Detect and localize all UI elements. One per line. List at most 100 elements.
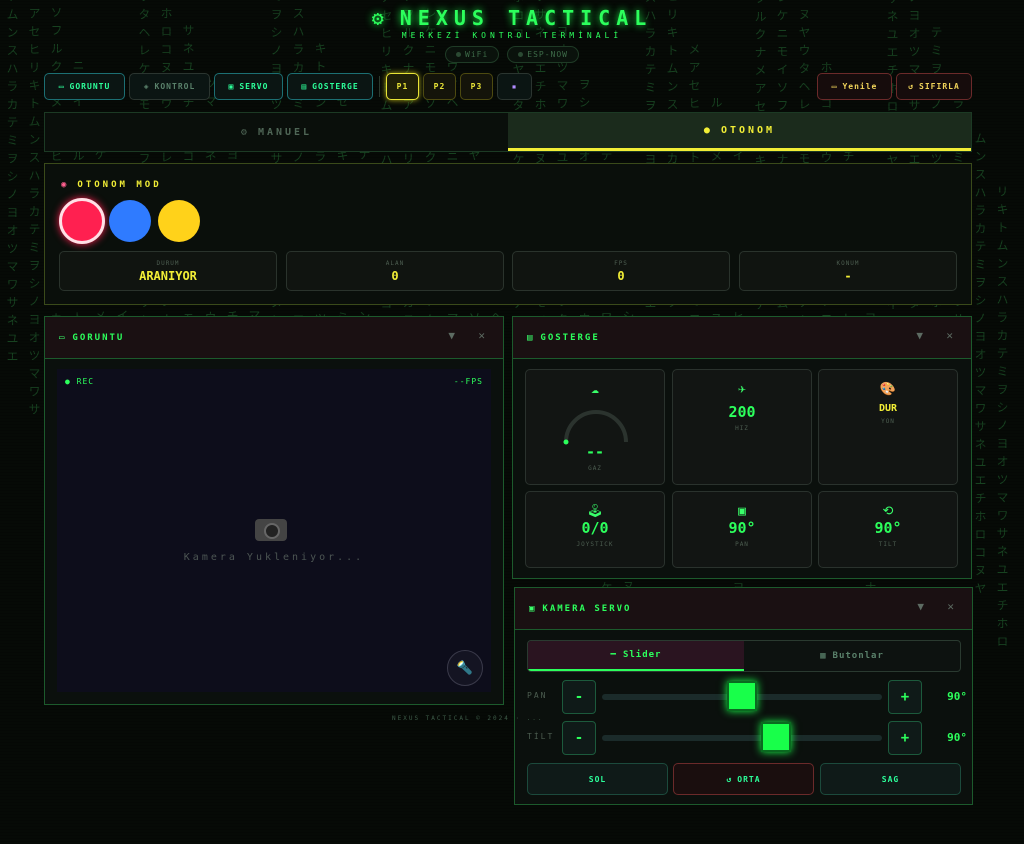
yon-label: YON [881,418,895,425]
gauge-gaz: ☁ -- GAZ [525,369,665,485]
stat-durum: DURUM ARANIYOR [59,251,277,291]
camera-icon: ▣ [228,82,235,91]
hiz-value: 200 [728,403,756,421]
gauge-tilt: ⟲ 90° TILT [818,491,958,568]
otonom-panel: ◉ OTONOM MOD DURUM ARANIYOR ALAN 0 FPS 0 KON… [44,163,972,305]
camera-icon: ▣ [529,603,535,614]
servo-right-button[interactable]: SAG [820,763,961,795]
color-blue-button[interactable] [109,200,151,242]
pan-value: 90° [728,519,756,537]
stat-alan: ALAN 0 [286,251,504,291]
floppy-icon: ▪ [511,82,518,91]
tilt-minus-button[interactable]: - [562,721,596,755]
close-icon[interactable]: ✕ [947,600,954,613]
camera-icon: ▣ [738,504,746,519]
matrix-rain-column: ムンスハラカテミヲシノヨオツマワサネユエチホロコヌヤ [973,132,987,600]
stat-konum: KONUM - [739,251,957,291]
target-icon: ◉ [61,180,70,190]
close-icon[interactable]: ✕ [946,329,953,342]
refresh-button[interactable]: ▭ Yenile [817,73,892,100]
view-gosterge-button[interactable]: ▤ GOSTERGE [287,73,373,100]
save-preset-button[interactable]: ▪ [497,73,532,100]
reset-icon: ↺ [726,774,733,784]
mode-tabs: ⚙ MANUEL ● OTONOM [44,112,972,152]
pan-plus-button[interactable]: + [888,680,922,714]
flashlight-button[interactable]: 🔦 [447,650,483,686]
tilt-slider-row: TİLT - + 90° [527,721,967,755]
view-goruntu-button[interactable]: ▭ GORUNTU [44,73,125,100]
tab-otonom[interactable]: ● OTONOM [508,113,971,151]
rotate-icon: ⟲ [882,504,894,519]
stat-fps: FPS 0 [512,251,730,291]
servo-center-button[interactable]: ↺ ORTA [673,763,814,795]
pan-label: PAN [735,541,749,548]
camera-feed: ● REC --FPS Kamera Yukleniyor... 🔦 [57,369,491,692]
tilt-slider-label: TİLT [527,732,555,741]
camera-icon [255,519,287,541]
chart-icon: ▤ [301,82,308,91]
status-dot-icon [456,52,461,57]
tilt-value: 90° [874,519,902,537]
collapse-icon[interactable]: ▼ [917,600,924,613]
monitor-icon: ▭ [59,332,65,343]
pan-slider-thumb[interactable] [727,681,757,711]
tab-manuel[interactable]: ⚙ MANUEL [45,113,508,151]
servo-tabs: ━ Slider ▦ Butonlar [527,640,961,672]
espnow-status-pill: ESP-NOW [507,46,579,63]
preset-p1-button[interactable]: P1 [386,73,419,100]
matrix-rain-column: クナメアセヒリキトムンスハラカテミヲシノヨオツマワサ [27,0,41,421]
close-icon[interactable]: ✕ [478,329,485,342]
servo-left-button[interactable]: SOL [527,763,668,795]
chart-icon: ▤ [527,332,533,343]
pan-slider-track[interactable] [602,681,882,711]
tilt-slider-thumb[interactable] [760,722,791,752]
gosterge-panel: ▤ GOSTERGE ▼ ✕ ☁ -- GAZ ✈ 200 HIZ 🎨 DUR … [512,316,972,579]
pan-slider-value: 90° [947,690,967,703]
joystick-label: JOYSTICK [576,541,614,548]
gaz-label: GAZ [588,465,602,472]
gaz-gauge-arc [563,410,628,445]
flashlight-icon: 🔦 [456,660,474,676]
tab-slider[interactable]: ━ Slider [528,641,744,671]
rec-indicator: ● REC [65,377,95,386]
pan-minus-button[interactable]: - [562,680,596,714]
tilt-slider-track[interactable] [602,722,882,752]
toolbar: ▭ GORUNTU ◈ KONTROL ▣ SERVO ▤ GOSTERGE P1 P2… [44,73,972,100]
footer-text: NEXUS TACTICAL © 2024 · ... [392,715,544,722]
joystick-value: 0/0 [581,519,609,537]
wifi-status-pill: WiFi [445,46,500,63]
status-dot-icon [518,52,524,57]
collapse-icon[interactable]: ▼ [916,329,923,342]
grid-icon: ▦ [820,651,827,661]
preset-p3-button[interactable]: P3 [460,73,493,100]
joystick-icon: 🕹 [586,504,604,519]
auto-icon: ● [703,125,713,136]
gauge-joystick: 🕹 0/0 JOYSTICK [525,491,665,568]
gauge-pan: ▣ 90° PAN [672,491,812,568]
gosterge-header: ▤ GOSTERGE ▼ ✕ [513,317,971,359]
pan-slider-label: PAN [527,691,548,700]
view-servo-button[interactable]: ▣ SERVO [214,73,283,100]
tilt-plus-button[interactable]: + [888,721,922,755]
cloud-icon: ☁ [591,382,599,397]
gauge-hiz: ✈ 200 HIZ [672,369,812,485]
color-red-button[interactable] [59,198,105,244]
speed-icon: ✈ [738,382,746,397]
slider-icon: ━ [610,650,617,660]
tilt-label: TILT [878,541,898,548]
reset-icon: ↺ [908,82,915,91]
collapse-icon[interactable]: ▼ [448,329,455,342]
preset-p2-button[interactable]: P2 [423,73,456,100]
otonom-title: ◉ OTONOM MOD [61,180,162,190]
camera-loading-text: Kamera Yukleniyor... [183,552,365,563]
app-header: ⚙ NEXUS TACTICAL MERKEZİ KONTROL TERMİNAL… [0,6,1024,63]
app-subtitle: MERKEZİ KONTROL TERMİNALİ [401,31,623,40]
view-kontrol-button[interactable]: ◈ KONTROL [129,73,210,100]
monitor-icon: ▭ [58,82,65,91]
gauge-yon: 🎨 DUR YON [818,369,958,485]
color-yellow-button[interactable] [158,200,200,242]
reset-button[interactable]: ↺ SIFIRLA [896,73,972,100]
matrix-rain-column: リキトムンスハラカテミヲシノヨオツマワサネユエチホロ [995,185,1009,653]
tab-butonlar[interactable]: ▦ Butonlar [744,641,960,671]
servo-header: ▣ KAMERA SERVO ▼ ✕ [515,588,972,630]
